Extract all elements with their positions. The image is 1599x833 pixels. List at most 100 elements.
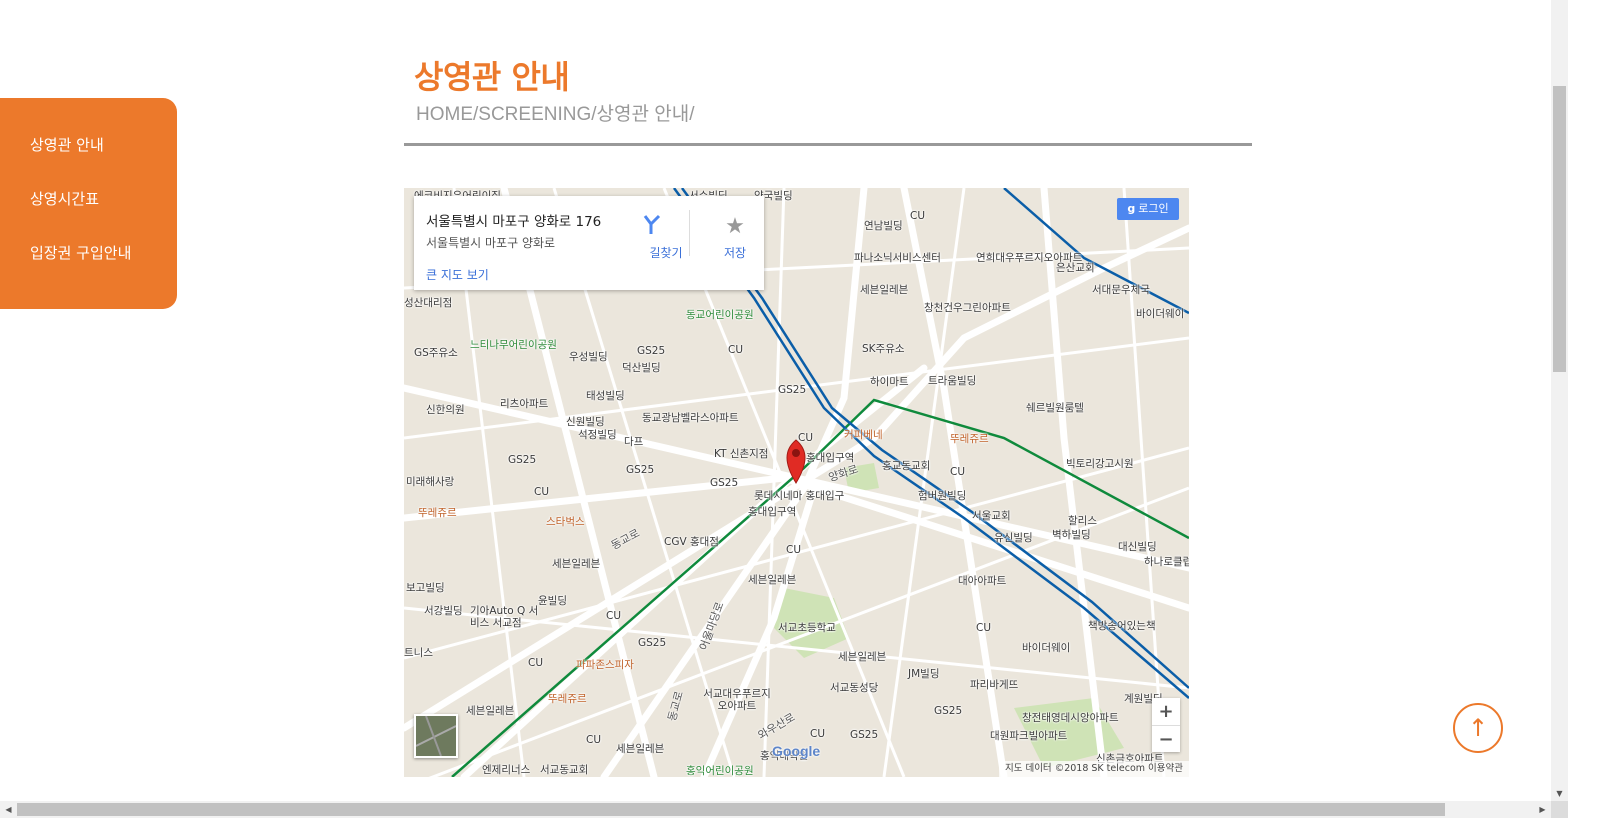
place-address-sub: 서울특별시 마포구 양화로 bbox=[426, 236, 556, 250]
map-label: CU bbox=[534, 486, 550, 498]
map-label: 덕산빌딩 bbox=[622, 362, 661, 374]
map-label: 동교광남벨라스아파트 bbox=[642, 412, 739, 424]
map-label: 리츠아파트 bbox=[500, 398, 549, 410]
map-label: 뚜레쥬르 bbox=[548, 693, 587, 705]
map-label: 쉐르빌원룸텔 bbox=[1026, 402, 1084, 414]
map-label: 엔제리너스 bbox=[482, 764, 531, 776]
map-label: GS25 bbox=[637, 345, 666, 357]
map-label: 은산교회 bbox=[1056, 262, 1095, 274]
map-label: 창천건우그린아파트 bbox=[924, 302, 1011, 314]
horizontal-scroll-thumb[interactable] bbox=[17, 803, 1445, 816]
map-label: 대신빌딩 bbox=[1118, 541, 1157, 553]
map-label: 미래해사랑 bbox=[406, 476, 455, 488]
map-login-label: 로그인 bbox=[1138, 202, 1169, 215]
map-label: 우성빌딩 bbox=[569, 351, 608, 363]
map-label: 윤빌딩 bbox=[538, 595, 567, 607]
map-label: 홍대입구역 bbox=[748, 506, 797, 518]
map-label: 다프 bbox=[624, 436, 644, 448]
scroll-top-button[interactable]: ↑ bbox=[1453, 703, 1503, 753]
zoom-in-button[interactable]: + bbox=[1152, 698, 1180, 725]
map-label: CU bbox=[950, 466, 966, 478]
map-label: 서강빌딩 bbox=[424, 605, 463, 617]
window-edge bbox=[1568, 0, 1599, 833]
map-label: 뚜레쥬르 bbox=[950, 433, 989, 445]
sidebar-menu: 상영관 안내 상영시간표 입장권 구입안내 bbox=[0, 98, 177, 309]
map-label: 험버원빌딩 bbox=[918, 490, 967, 502]
map-label: 책방송어있는책 bbox=[1088, 620, 1156, 632]
map-label: 서울교회 bbox=[972, 510, 1011, 522]
map-label: 세븐일레븐 bbox=[838, 651, 887, 663]
save-button[interactable]: ★ 저장 bbox=[710, 214, 760, 261]
sidebar-item-showtimes[interactable]: 상영시간표 bbox=[30, 188, 99, 209]
map-label: GS주유소 bbox=[414, 347, 458, 359]
place-info-card: 서울특별시 마포구 양화로 176 서울특별시 마포구 양화로 큰 지도 보기 … bbox=[414, 196, 764, 290]
map-label: 스타벅스 bbox=[546, 516, 585, 528]
map-label: 서교대우푸르지오아파트 bbox=[703, 688, 771, 712]
place-address-title: 서울특별시 마포구 양화로 176 bbox=[426, 214, 602, 230]
directions-icon bbox=[641, 214, 691, 240]
map-label: 서대문우체국 bbox=[1092, 284, 1150, 296]
google-g-icon: g bbox=[1127, 202, 1136, 215]
map-label: CU bbox=[910, 210, 926, 222]
view-larger-map-link[interactable]: 큰 지도 보기 bbox=[426, 266, 489, 283]
map-label: 롯데시네마 홍대입구 bbox=[754, 490, 845, 502]
breadcrumb: HOME/SCREENING/상영관 안내/ bbox=[416, 104, 695, 125]
map-label: GS25 bbox=[850, 729, 879, 741]
sidebar-item-theater-info[interactable]: 상영관 안내 bbox=[30, 134, 104, 155]
satellite-toggle[interactable] bbox=[414, 714, 458, 758]
sidebar-item-ticket-guide[interactable]: 입장권 구입안내 bbox=[30, 242, 131, 263]
zoom-controls: + − bbox=[1152, 698, 1180, 752]
map-label: 파리바게뜨 bbox=[970, 679, 1019, 691]
map-label: 서교동교회 bbox=[540, 764, 589, 776]
map-label: 세븐일레븐 bbox=[748, 574, 797, 586]
zoom-out-button[interactable]: − bbox=[1152, 726, 1180, 753]
horizontal-scrollbar[interactable]: ◀ ▶ bbox=[0, 801, 1551, 818]
star-icon: ★ bbox=[725, 214, 745, 239]
map-label: 바이더웨이 bbox=[1136, 308, 1185, 320]
map-label: 파파존스피자 bbox=[576, 659, 634, 671]
map-label: CU bbox=[798, 432, 814, 444]
map-label: 하나로클럽 bbox=[1144, 556, 1189, 568]
vertical-scrollbar[interactable]: ▼ bbox=[1551, 0, 1568, 801]
directions-label: 길찾기 bbox=[649, 246, 683, 260]
map-label: CU bbox=[528, 657, 544, 669]
map-label: GS25 bbox=[626, 464, 655, 476]
map-login-button[interactable]: g 로그인 bbox=[1117, 198, 1179, 220]
map-label: GS25 bbox=[778, 384, 807, 396]
map-label: 기아Auto Q 서비스 서교점 bbox=[470, 605, 539, 629]
scroll-left-arrow-icon[interactable]: ◀ bbox=[0, 801, 17, 818]
map-label: 태성빌딩 bbox=[586, 390, 625, 402]
map-label: 창전태영데시앙아파트 bbox=[1022, 712, 1119, 724]
google-map[interactable]: 에코비지우어린이집 서수빌딩 약국빌딩 연남빌딩 CU 연희대우푸르지오아파트 … bbox=[404, 188, 1189, 777]
map-label: 서교동성당 bbox=[830, 682, 879, 694]
map-label: CGV 홍대점 bbox=[664, 536, 719, 548]
map-label: 홍교동교회 bbox=[882, 460, 931, 472]
page-title: 상영관 안내 bbox=[414, 58, 570, 96]
map-label: 커피베네 bbox=[844, 429, 883, 441]
map-label: 파나소닉서비스센터 bbox=[854, 252, 941, 264]
map-label: 빅토리강고시원 bbox=[1066, 458, 1134, 470]
satellite-thumbnail-icon bbox=[416, 716, 456, 756]
map-label: 보고빌딩 bbox=[406, 582, 445, 594]
map-label: CU bbox=[586, 734, 602, 746]
map-label: 세븐일레븐 bbox=[466, 705, 515, 717]
map-label: CU bbox=[728, 344, 744, 356]
map-label: 유신빌딩 bbox=[994, 532, 1033, 544]
map-label: 대아아파트 bbox=[958, 575, 1007, 587]
map-label: SK주유소 bbox=[862, 343, 905, 355]
map-attribution[interactable]: 지도 데이터 ©2018 SK telecom 이용약관 bbox=[998, 761, 1189, 777]
map-label: 세븐일레븐 bbox=[616, 743, 665, 755]
map-label: 느티나무어린이공원 bbox=[470, 339, 557, 351]
map-label: 트라움빌딩 bbox=[928, 375, 977, 387]
card-divider bbox=[689, 210, 690, 256]
map-label: GS25 bbox=[934, 705, 963, 717]
scroll-down-arrow-icon[interactable]: ▼ bbox=[1551, 787, 1568, 801]
map-label: CU bbox=[786, 544, 802, 556]
map-label: 대원파크빌아파트 bbox=[990, 730, 1068, 742]
map-label: GS25 bbox=[638, 637, 667, 649]
scroll-right-arrow-icon[interactable]: ▶ bbox=[1534, 801, 1551, 818]
vertical-scroll-thumb[interactable] bbox=[1553, 86, 1566, 372]
scrollbar-corner bbox=[1551, 801, 1568, 818]
map-label: 석정빌딩 bbox=[578, 429, 617, 441]
directions-button[interactable]: 길찾기 bbox=[641, 214, 691, 261]
